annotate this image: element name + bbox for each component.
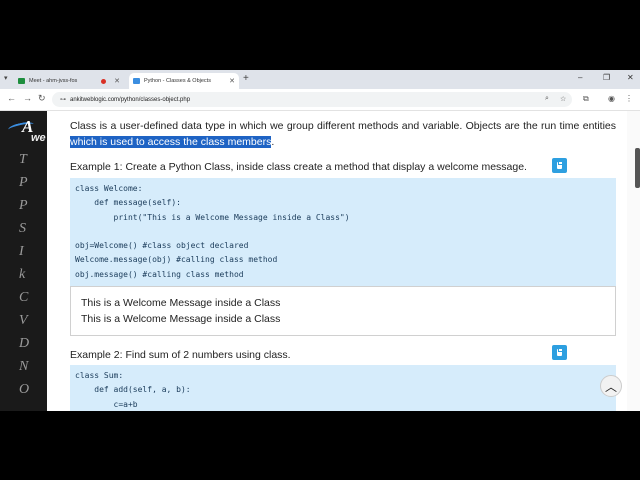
tab-strip: ▾ Meet - ahm-jvss-fos ✕ Python - Classes… [0, 70, 640, 89]
code-block-example-1: class Welcome: def message(self): print(… [70, 178, 616, 286]
bookmark-star-icon[interactable]: ☆ [560, 95, 566, 103]
sidebar-letter[interactable]: V [19, 313, 28, 329]
sidebar-letter[interactable]: k [19, 267, 25, 283]
site-sidebar: A we T P P S I k C V D N O [0, 111, 47, 411]
code-line: c=a+b [75, 399, 138, 409]
extensions-icon[interactable]: ⧉ [583, 94, 589, 104]
meet-favicon-icon [18, 78, 25, 84]
copy-code-button[interactable] [552, 158, 567, 173]
sidebar-letter[interactable]: N [19, 359, 28, 375]
logo-text: we [31, 132, 46, 144]
new-tab-button[interactable]: + [243, 73, 249, 84]
sidebar-letter[interactable]: P [19, 175, 28, 191]
code-line: class Sum: [75, 371, 124, 380]
sidebar-letter[interactable]: D [19, 336, 29, 352]
code-line: class Welcome: [75, 184, 143, 193]
scroll-to-top-button[interactable]: ︿ [600, 375, 622, 397]
code-line: def add(self, a, b): [75, 385, 191, 395]
example-2-title: Example 2: Find sum of 2 numbers using c… [70, 349, 291, 361]
forward-arrow-icon[interactable]: → [23, 93, 32, 103]
tab-title: Meet - ahm-jvss-fos [29, 78, 78, 84]
browser-toolbar: ← → ↻ ⊶ ankitweblogic.com/python/classes… [0, 89, 640, 111]
back-arrow-icon[interactable]: ← [7, 93, 16, 103]
sidebar-letter[interactable]: P [19, 198, 28, 214]
menu-dots-icon[interactable]: ⋮ [625, 94, 633, 103]
recording-icon [101, 78, 107, 84]
code-line: obj.message() #calling class method [75, 269, 244, 279]
intro-paragraph: Class is a user-defined data type in whi… [70, 118, 616, 150]
tab-python-classes[interactable]: Python - Classes & Objects ✕ [129, 73, 239, 89]
intro-text: Class is a user-defined data type in whi… [70, 120, 616, 132]
output-line: This is a Welcome Message inside a Class [81, 297, 281, 309]
example-1-title: Example 1: Create a Python Class, inside… [70, 161, 527, 173]
code-line: def message(self): [75, 198, 181, 208]
reload-icon[interactable]: ↻ [38, 93, 46, 104]
close-tab-icon[interactable]: ✕ [114, 77, 120, 85]
chevron-up-icon: ︿ [604, 379, 617, 394]
minimize-icon[interactable]: – [578, 73, 582, 82]
browser-window: ▾ Meet - ahm-jvss-fos ✕ Python - Classes… [0, 70, 640, 411]
address-bar[interactable]: ⊶ ankitweblogic.com/python/classes-objec… [52, 92, 572, 107]
code-line: obj=Welcome() #class object declared [75, 241, 249, 251]
sidebar-letter[interactable]: C [19, 290, 28, 306]
intro-end: . [271, 136, 275, 148]
sidebar-letter[interactable]: I [19, 244, 24, 260]
url-text: ankitweblogic.com/python/classes-object.… [70, 96, 191, 103]
site-logo[interactable]: A we [7, 117, 47, 145]
site-favicon-icon [133, 78, 140, 84]
tab-search-icon[interactable]: ▾ [4, 74, 8, 82]
sidebar-letter[interactable]: S [19, 221, 26, 237]
main-content: Class is a user-defined data type in whi… [47, 111, 627, 411]
code-line: print("This is a Welcome Message inside … [75, 212, 350, 222]
output-block-example-1: This is a Welcome Message inside a Class… [70, 286, 616, 336]
site-info-icon[interactable]: ⊶ [60, 96, 66, 103]
maximize-icon[interactable]: ❐ [603, 73, 610, 82]
close-tab-icon[interactable]: ✕ [229, 77, 235, 85]
tab-meet[interactable]: Meet - ahm-jvss-fos ✕ [14, 73, 124, 89]
sidebar-letter[interactable]: T [19, 152, 27, 168]
scrollbar-thumb[interactable] [635, 148, 640, 188]
sidebar-letter[interactable]: O [19, 382, 29, 398]
close-window-icon[interactable]: ✕ [627, 73, 634, 82]
zoom-icon[interactable]: ⌕ [545, 95, 549, 103]
output-line: This is a Welcome Message inside a Class [81, 313, 281, 325]
profile-icon[interactable]: ◉ [608, 94, 615, 103]
code-block-example-2: class Sum: def add(self, a, b): c=a+b [70, 365, 616, 411]
tab-title: Python - Classes & Objects [144, 78, 211, 84]
selected-text: which is used to access the class member… [70, 136, 272, 148]
code-line: Welcome.message(obj) #calling class meth… [75, 255, 278, 265]
copy-code-button[interactable] [552, 345, 567, 360]
